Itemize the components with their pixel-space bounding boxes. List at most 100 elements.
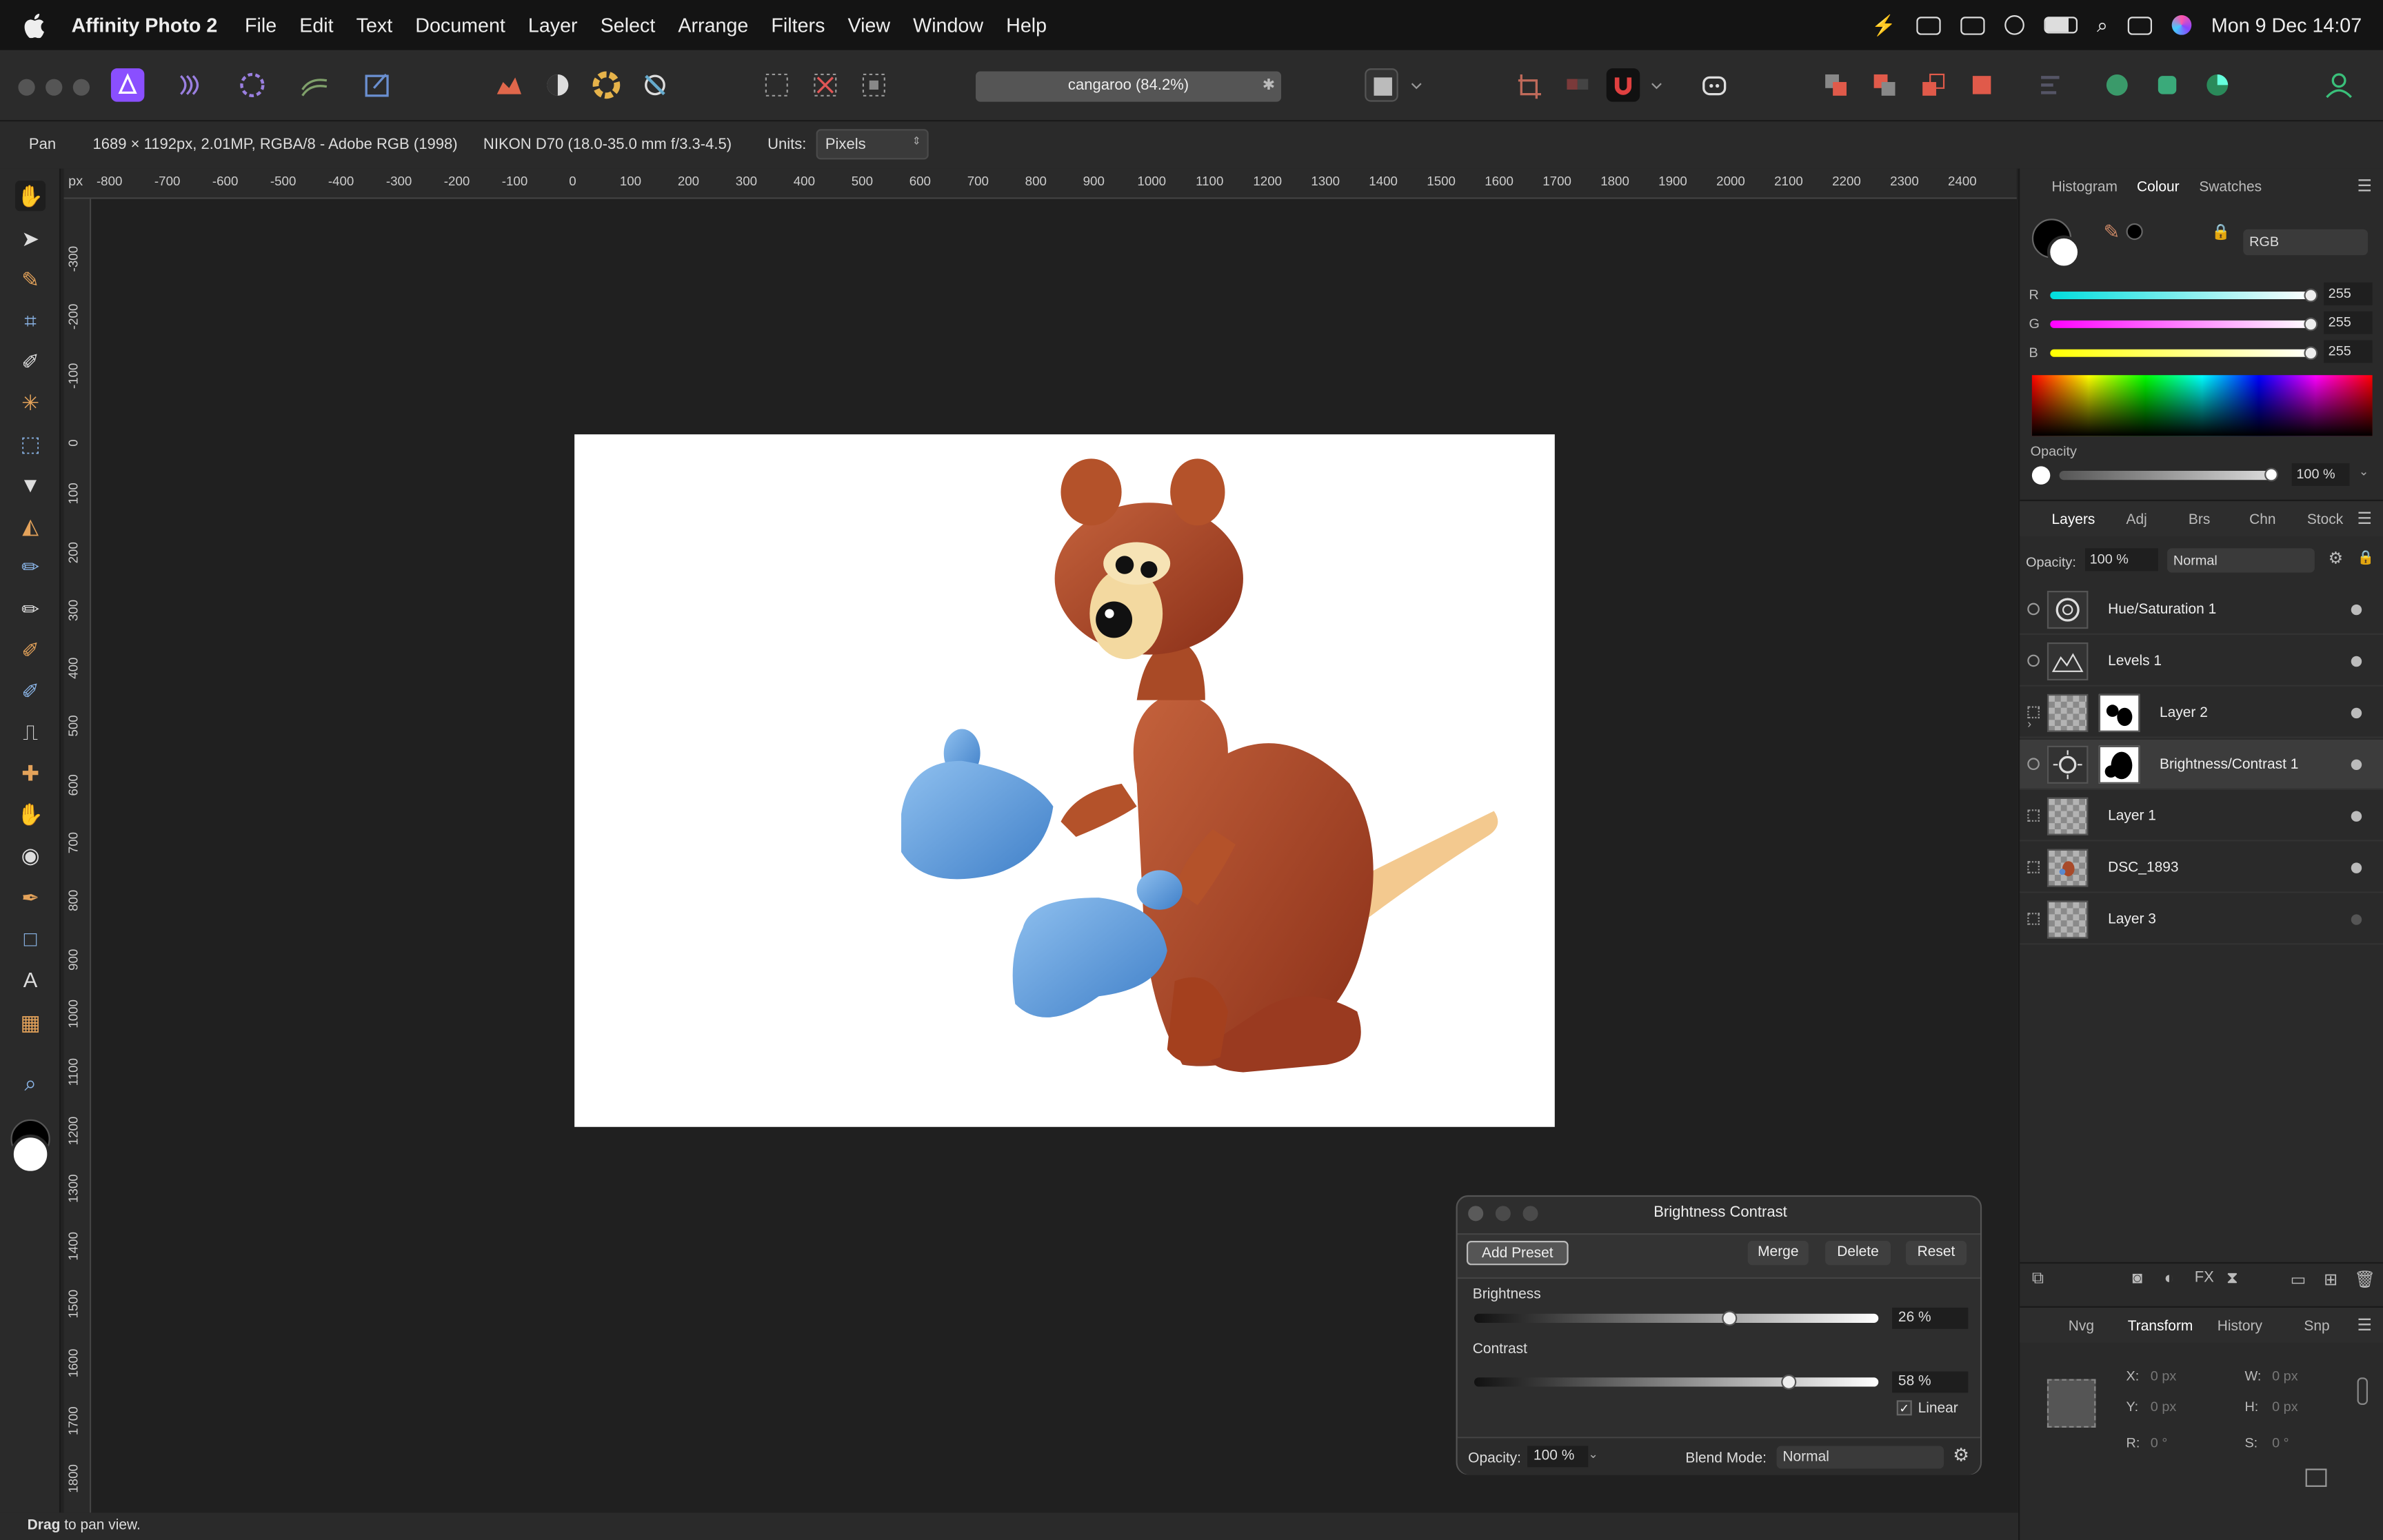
contrast-value[interactable]: 58 % xyxy=(1892,1371,1969,1393)
bring-to-front-icon[interactable] xyxy=(1819,68,1852,101)
contrast-slider[interactable] xyxy=(1474,1377,1879,1387)
fx-icon[interactable]: FX xyxy=(2195,1270,2214,1286)
battery-icon[interactable] xyxy=(2043,17,2078,34)
layers-opacity-value[interactable]: 100 % xyxy=(2085,548,2158,571)
menu-select[interactable]: Select xyxy=(601,14,656,37)
stroke-colour-well[interactable] xyxy=(2047,235,2081,269)
dodge-tool-icon[interactable]: ✐ xyxy=(15,676,46,706)
panel-menu-icon[interactable]: ☰ xyxy=(2357,176,2373,196)
x-field[interactable]: 0 px xyxy=(2151,1368,2230,1384)
white-balance-icon[interactable] xyxy=(541,68,574,101)
b-slider-knob[interactable] xyxy=(2304,346,2318,361)
clock-icon[interactable] xyxy=(2004,15,2024,35)
color-picker-tool-icon[interactable]: ✎ xyxy=(15,264,46,294)
studio-colour-icon[interactable] xyxy=(2201,68,2234,101)
layer-row-levels[interactable]: Levels 1 xyxy=(2020,636,2383,687)
layer-blend-mode-select[interactable]: Normal xyxy=(2167,548,2315,573)
h-field[interactable]: 0 px xyxy=(2272,1399,2351,1414)
rectangle-tool-icon[interactable]: □ xyxy=(15,924,46,954)
layer-visibility-dot[interactable] xyxy=(2351,707,2362,719)
visibility-icon[interactable] xyxy=(2027,913,2040,925)
pen-tool-icon[interactable]: ✒ xyxy=(15,882,46,913)
app-name[interactable]: Affinity Photo 2 xyxy=(72,14,218,37)
smudge-tool-icon[interactable]: ✋ xyxy=(15,799,46,829)
tab-swatches[interactable]: Swatches xyxy=(2199,179,2262,196)
menu-layer[interactable]: Layer xyxy=(528,14,578,37)
gradient-tool-icon[interactable]: ◭ xyxy=(15,510,46,540)
layer-lock-icon[interactable]: 🔒 xyxy=(2357,550,2375,567)
tab-stock[interactable]: Stock xyxy=(2307,511,2343,528)
settings-gear-icon[interactable]: ⚙ xyxy=(1953,1444,1969,1466)
apple-icon[interactable] xyxy=(24,12,46,38)
g-slider[interactable] xyxy=(2050,320,2312,328)
layer-visibility-dot[interactable] xyxy=(2351,862,2362,873)
menu-edit[interactable]: Edit xyxy=(299,14,333,37)
visibility-icon[interactable] xyxy=(2027,654,2040,667)
bolt-icon[interactable]: ⚡ xyxy=(1871,13,1896,37)
menu-window[interactable]: Window xyxy=(913,14,983,37)
erase-brush-tool-icon[interactable]: ✐ xyxy=(15,635,46,665)
tab-transform[interactable]: Transform xyxy=(2128,1318,2193,1335)
hand-tool-icon[interactable]: ✋ xyxy=(15,181,46,212)
snapping-options-chevron-icon[interactable] xyxy=(1647,68,1665,101)
liquify-persona-icon[interactable] xyxy=(173,68,206,101)
move-tool-icon[interactable]: ➤ xyxy=(15,223,46,254)
visibility-icon[interactable] xyxy=(2027,809,2040,822)
account-icon[interactable] xyxy=(2322,68,2355,101)
menu-view[interactable]: View xyxy=(847,14,890,37)
layer-visibility-dot[interactable] xyxy=(2351,656,2362,667)
assistant-icon[interactable] xyxy=(1698,68,1731,101)
brightness-slider[interactable] xyxy=(1474,1313,1879,1323)
quick-mask-icon[interactable] xyxy=(1365,68,1398,102)
align-icon[interactable] xyxy=(2033,68,2067,101)
bring-forward-icon[interactable] xyxy=(1868,68,1901,101)
visibility-icon[interactable] xyxy=(2027,602,2040,616)
snapping-icon[interactable] xyxy=(1512,68,1545,101)
control-center-icon[interactable] xyxy=(2127,16,2152,34)
paint-brush-tool-icon[interactable]: ✏ xyxy=(15,551,46,582)
expand-chevron-icon[interactable]: › xyxy=(2027,717,2031,731)
selection-brush-tool-icon[interactable]: ✐ xyxy=(15,346,46,376)
layer-row-dsc-1893[interactable]: DSC_1893 xyxy=(2020,843,2383,893)
b-slider[interactable] xyxy=(2050,349,2312,357)
crop-tool-icon[interactable]: ⌗ xyxy=(15,305,46,336)
siri-icon[interactable] xyxy=(2171,15,2192,35)
zoom-tool-icon[interactable]: ⌕ xyxy=(15,1068,46,1098)
layer-visibility-dot[interactable] xyxy=(2351,811,2362,822)
layer-row-hue-saturation[interactable]: Hue/Saturation 1 xyxy=(2020,585,2383,635)
red-eye-tool-icon[interactable]: ◉ xyxy=(15,840,46,870)
tab-history[interactable]: History xyxy=(2218,1318,2262,1335)
transform-origin-icon[interactable] xyxy=(2305,1468,2327,1487)
magic-wand-tool-icon[interactable]: ✳ xyxy=(15,387,46,418)
clone-tool-icon[interactable]: ⎍ xyxy=(15,717,46,747)
layer-visibility-dot[interactable] xyxy=(2351,759,2362,771)
layer-visibility-dot[interactable] xyxy=(2351,604,2362,616)
layer-settings-gear-icon[interactable]: ⚙ xyxy=(2329,548,2344,568)
blend-mode-select[interactable]: Normal xyxy=(1776,1446,1944,1469)
transform-menu-icon[interactable]: ☰ xyxy=(2357,1315,2373,1335)
tab-nvg[interactable]: Nvg xyxy=(2069,1318,2094,1335)
levels-icon[interactable] xyxy=(492,68,525,101)
layer-row-layer-2[interactable]: › Layer 2 xyxy=(2020,688,2383,738)
photo-persona-icon[interactable] xyxy=(110,68,145,102)
flood-fill-tool-icon[interactable]: ▼ xyxy=(15,469,46,500)
mask-layer-icon[interactable]: ◙ xyxy=(2132,1270,2142,1288)
send-to-back-icon[interactable] xyxy=(1965,68,1998,101)
menu-document[interactable]: Document xyxy=(415,14,505,37)
delete-button[interactable]: Delete xyxy=(1825,1241,1891,1266)
g-slider-knob[interactable] xyxy=(2304,317,2318,332)
keyboard-icon[interactable] xyxy=(1960,16,1984,34)
minimize-window-button[interactable] xyxy=(46,79,63,96)
send-backward-icon[interactable] xyxy=(1916,68,1949,101)
w-field[interactable]: 0 px xyxy=(2272,1368,2351,1384)
close-window-button[interactable] xyxy=(18,79,35,96)
layer-row-layer-3[interactable]: Layer 3 xyxy=(2020,895,2383,945)
layer-row-layer-1[interactable]: Layer 1 xyxy=(2020,791,2383,842)
merge-button[interactable]: Merge xyxy=(1747,1241,1809,1266)
tab-snp[interactable]: Snp xyxy=(2304,1318,2329,1335)
star-icon[interactable]: ✱ xyxy=(1263,72,1275,102)
select-all-icon[interactable] xyxy=(760,68,793,101)
layer-row-brightness-contrast[interactable]: Brightness/Contrast 1 xyxy=(2020,739,2383,790)
linear-checkbox[interactable]: ✓ xyxy=(1896,1400,1912,1416)
anchor-selector-icon[interactable] xyxy=(2047,1379,2096,1428)
